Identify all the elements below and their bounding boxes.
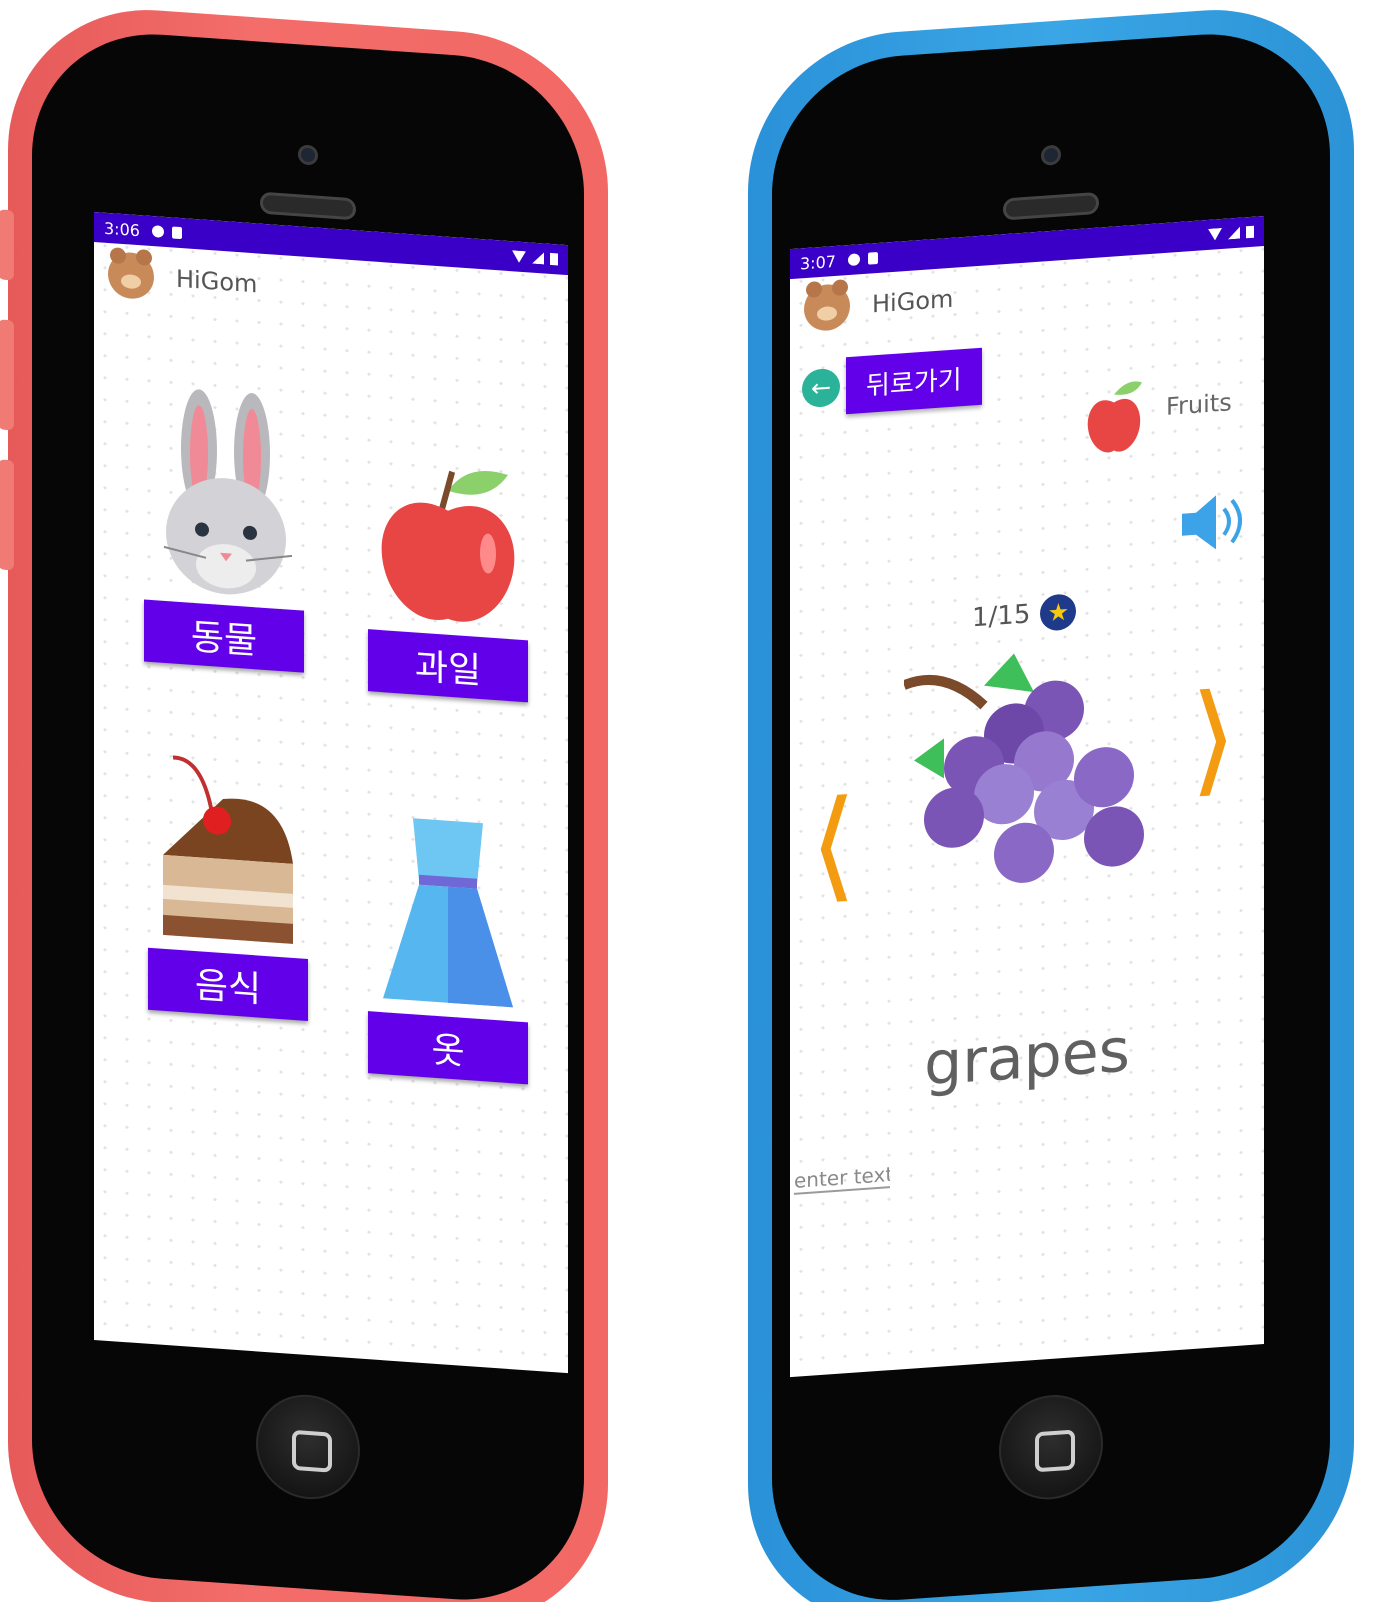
volume-up-button bbox=[0, 319, 14, 431]
apple-icon bbox=[381, 470, 515, 622]
front-camera bbox=[1041, 144, 1061, 166]
category-clothes: 옷 bbox=[368, 807, 528, 1085]
signal-icon bbox=[1228, 227, 1240, 240]
sd-card-icon bbox=[171, 226, 182, 240]
back-arrow-icon[interactable]: ← bbox=[802, 367, 840, 408]
answer-input[interactable] bbox=[794, 1162, 890, 1195]
category-button-food[interactable]: 음식 bbox=[148, 947, 308, 1021]
bear-logo-icon bbox=[108, 250, 154, 301]
category-label: Fruits bbox=[1166, 388, 1232, 421]
home-button[interactable] bbox=[256, 1391, 360, 1503]
notification-icon bbox=[847, 253, 860, 267]
back-row: ← 뒤로가기 bbox=[802, 347, 982, 418]
home-button[interactable] bbox=[999, 1391, 1103, 1503]
category-button-fruits[interactable]: 과일 bbox=[368, 629, 528, 703]
category-button-clothes[interactable]: 옷 bbox=[368, 1011, 528, 1085]
next-arrow-icon[interactable]: ⟩ bbox=[1190, 668, 1237, 810]
signal-icon bbox=[532, 252, 544, 265]
status-time: 3:06 bbox=[104, 218, 140, 240]
left-screen: 3:06 HiGom 동물 과일 음식 옷 bbox=[94, 212, 568, 1374]
right-screen: 3:07 HiGom ← 뒤로가기 Fruits 1/15 ★ ⟨ ⟩ grap… bbox=[790, 216, 1264, 1378]
grapes-icon bbox=[904, 653, 1144, 883]
earpiece-speaker bbox=[260, 191, 356, 221]
counter-text: 1/15 bbox=[972, 599, 1031, 634]
battery-icon bbox=[1246, 225, 1254, 239]
mute-switch bbox=[0, 209, 14, 281]
category-food: 음식 bbox=[148, 744, 308, 1021]
battery-icon bbox=[550, 252, 558, 266]
notification-icon bbox=[151, 225, 164, 238]
front-camera bbox=[298, 144, 318, 166]
wifi-icon bbox=[512, 250, 526, 263]
app-title: HiGom bbox=[176, 264, 258, 299]
status-time: 3:07 bbox=[800, 251, 836, 273]
vocabulary-word: grapes bbox=[924, 1015, 1130, 1100]
earpiece-speaker bbox=[1003, 191, 1099, 221]
apple-icon bbox=[1087, 381, 1142, 453]
category-fruits: 과일 bbox=[368, 445, 528, 703]
volume-down-button bbox=[0, 459, 14, 571]
previous-arrow-icon[interactable]: ⟨ bbox=[810, 774, 857, 916]
wifi-icon bbox=[1208, 228, 1222, 241]
stage: 3:06 HiGom 동물 과일 음식 옷 3:07 HiGom ← 뒤로가기 … bbox=[0, 0, 1382, 1602]
speaker-icon[interactable] bbox=[1178, 485, 1248, 560]
star-icon: ★ bbox=[1040, 593, 1077, 632]
sd-card-icon bbox=[867, 251, 878, 265]
bear-logo-icon bbox=[804, 282, 850, 333]
back-button[interactable]: 뒤로가기 bbox=[846, 347, 982, 415]
dress-icon bbox=[383, 818, 513, 1008]
rabbit-icon bbox=[163, 389, 293, 595]
cake-icon bbox=[163, 755, 293, 944]
progress-counter: 1/15 ★ bbox=[972, 593, 1077, 636]
app-title: HiGom bbox=[872, 284, 954, 319]
category-button-animals[interactable]: 동물 bbox=[144, 599, 304, 673]
category-animals: 동물 bbox=[144, 385, 304, 673]
